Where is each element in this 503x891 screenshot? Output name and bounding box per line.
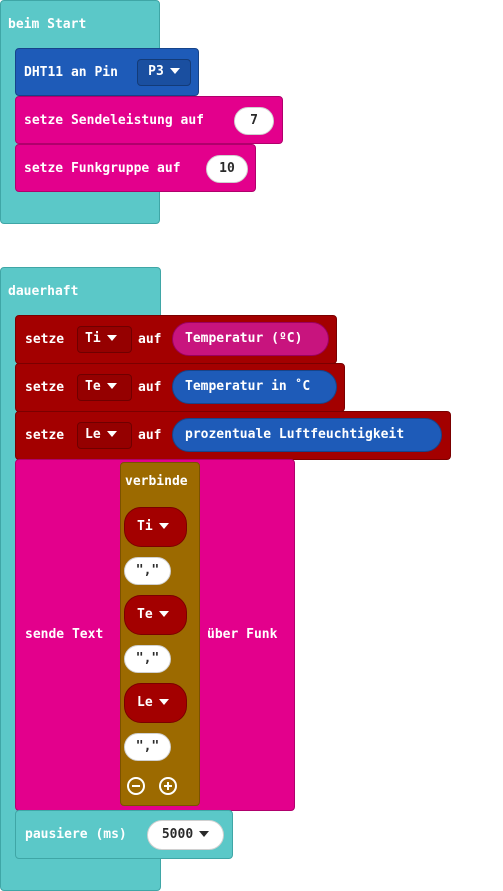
set-radio-group-label: setze Funkgruppe auf (24, 161, 181, 176)
chevron-down-icon (106, 430, 117, 437)
set-te-auf: auf (138, 380, 162, 395)
chevron-down-icon (158, 522, 169, 529)
set-te-setze: setze (25, 380, 65, 395)
temperature-in-c-reporter[interactable]: Temperatur in ˚C (172, 370, 337, 404)
humidity-label: prozentuale Luftfeuchtigkeit (185, 427, 405, 442)
add-input-icon[interactable] (159, 777, 177, 795)
radio-group-input[interactable]: 10 (206, 155, 248, 183)
send-string-suffix: über Funk (207, 627, 278, 642)
temperature-celsius-label: Temperatur (ºC) (185, 331, 303, 346)
set-ti-setze: setze (25, 332, 65, 347)
forever-title: dauerhaft (8, 284, 79, 299)
temperature-in-c-label: Temperatur in ˚C (185, 379, 311, 394)
chevron-down-icon (106, 334, 117, 341)
temperature-celsius-reporter[interactable]: Temperatur (ºC) (172, 322, 329, 356)
te-variable-value: Te (85, 379, 101, 394)
pin-dropdown-value: P3 (148, 64, 164, 79)
send-string-label: sende Text (25, 627, 104, 642)
le-variable-dropdown[interactable]: Le (77, 422, 132, 449)
ti-variable-dropdown[interactable]: Ti (77, 326, 132, 353)
join-label: verbinde (125, 474, 188, 489)
dht11-pin-label: DHT11 an Pin (24, 65, 118, 80)
transmit-power-input[interactable]: 7 (234, 107, 274, 135)
join-item-comma-3[interactable]: "," (124, 733, 171, 761)
join-item-te[interactable]: Te (124, 595, 187, 635)
on-start-title: beim Start (8, 17, 87, 32)
pause-duration-value: 5000 (161, 827, 194, 842)
join-item-te-label: Te (137, 607, 153, 622)
set-le-setze: setze (25, 428, 65, 443)
join-item-le[interactable]: Le (124, 683, 187, 723)
te-variable-dropdown[interactable]: Te (77, 374, 132, 401)
set-ti-auf: auf (138, 332, 162, 347)
join-item-comma-1[interactable]: "," (124, 557, 171, 585)
set-le-auf: auf (138, 428, 162, 443)
pause-label: pausiere (ms) (25, 827, 127, 842)
pin-dropdown[interactable]: P3 (137, 59, 191, 86)
pause-duration-dropdown[interactable]: 5000 (147, 820, 224, 850)
chevron-down-icon (106, 382, 117, 389)
chevron-down-icon (158, 610, 169, 617)
join-item-comma-2[interactable]: "," (124, 645, 171, 673)
humidity-reporter[interactable]: prozentuale Luftfeuchtigkeit (172, 418, 442, 452)
chevron-down-icon (199, 830, 210, 837)
remove-input-icon[interactable] (127, 777, 145, 795)
chevron-down-icon (158, 698, 169, 705)
le-variable-value: Le (85, 427, 101, 442)
join-item-ti[interactable]: Ti (124, 507, 187, 547)
join-item-le-label: Le (137, 695, 153, 710)
join-item-ti-label: Ti (137, 519, 153, 534)
chevron-down-icon (169, 67, 180, 74)
set-transmit-power-label: setze Sendeleistung auf (24, 113, 205, 128)
ti-variable-value: Ti (85, 331, 101, 346)
